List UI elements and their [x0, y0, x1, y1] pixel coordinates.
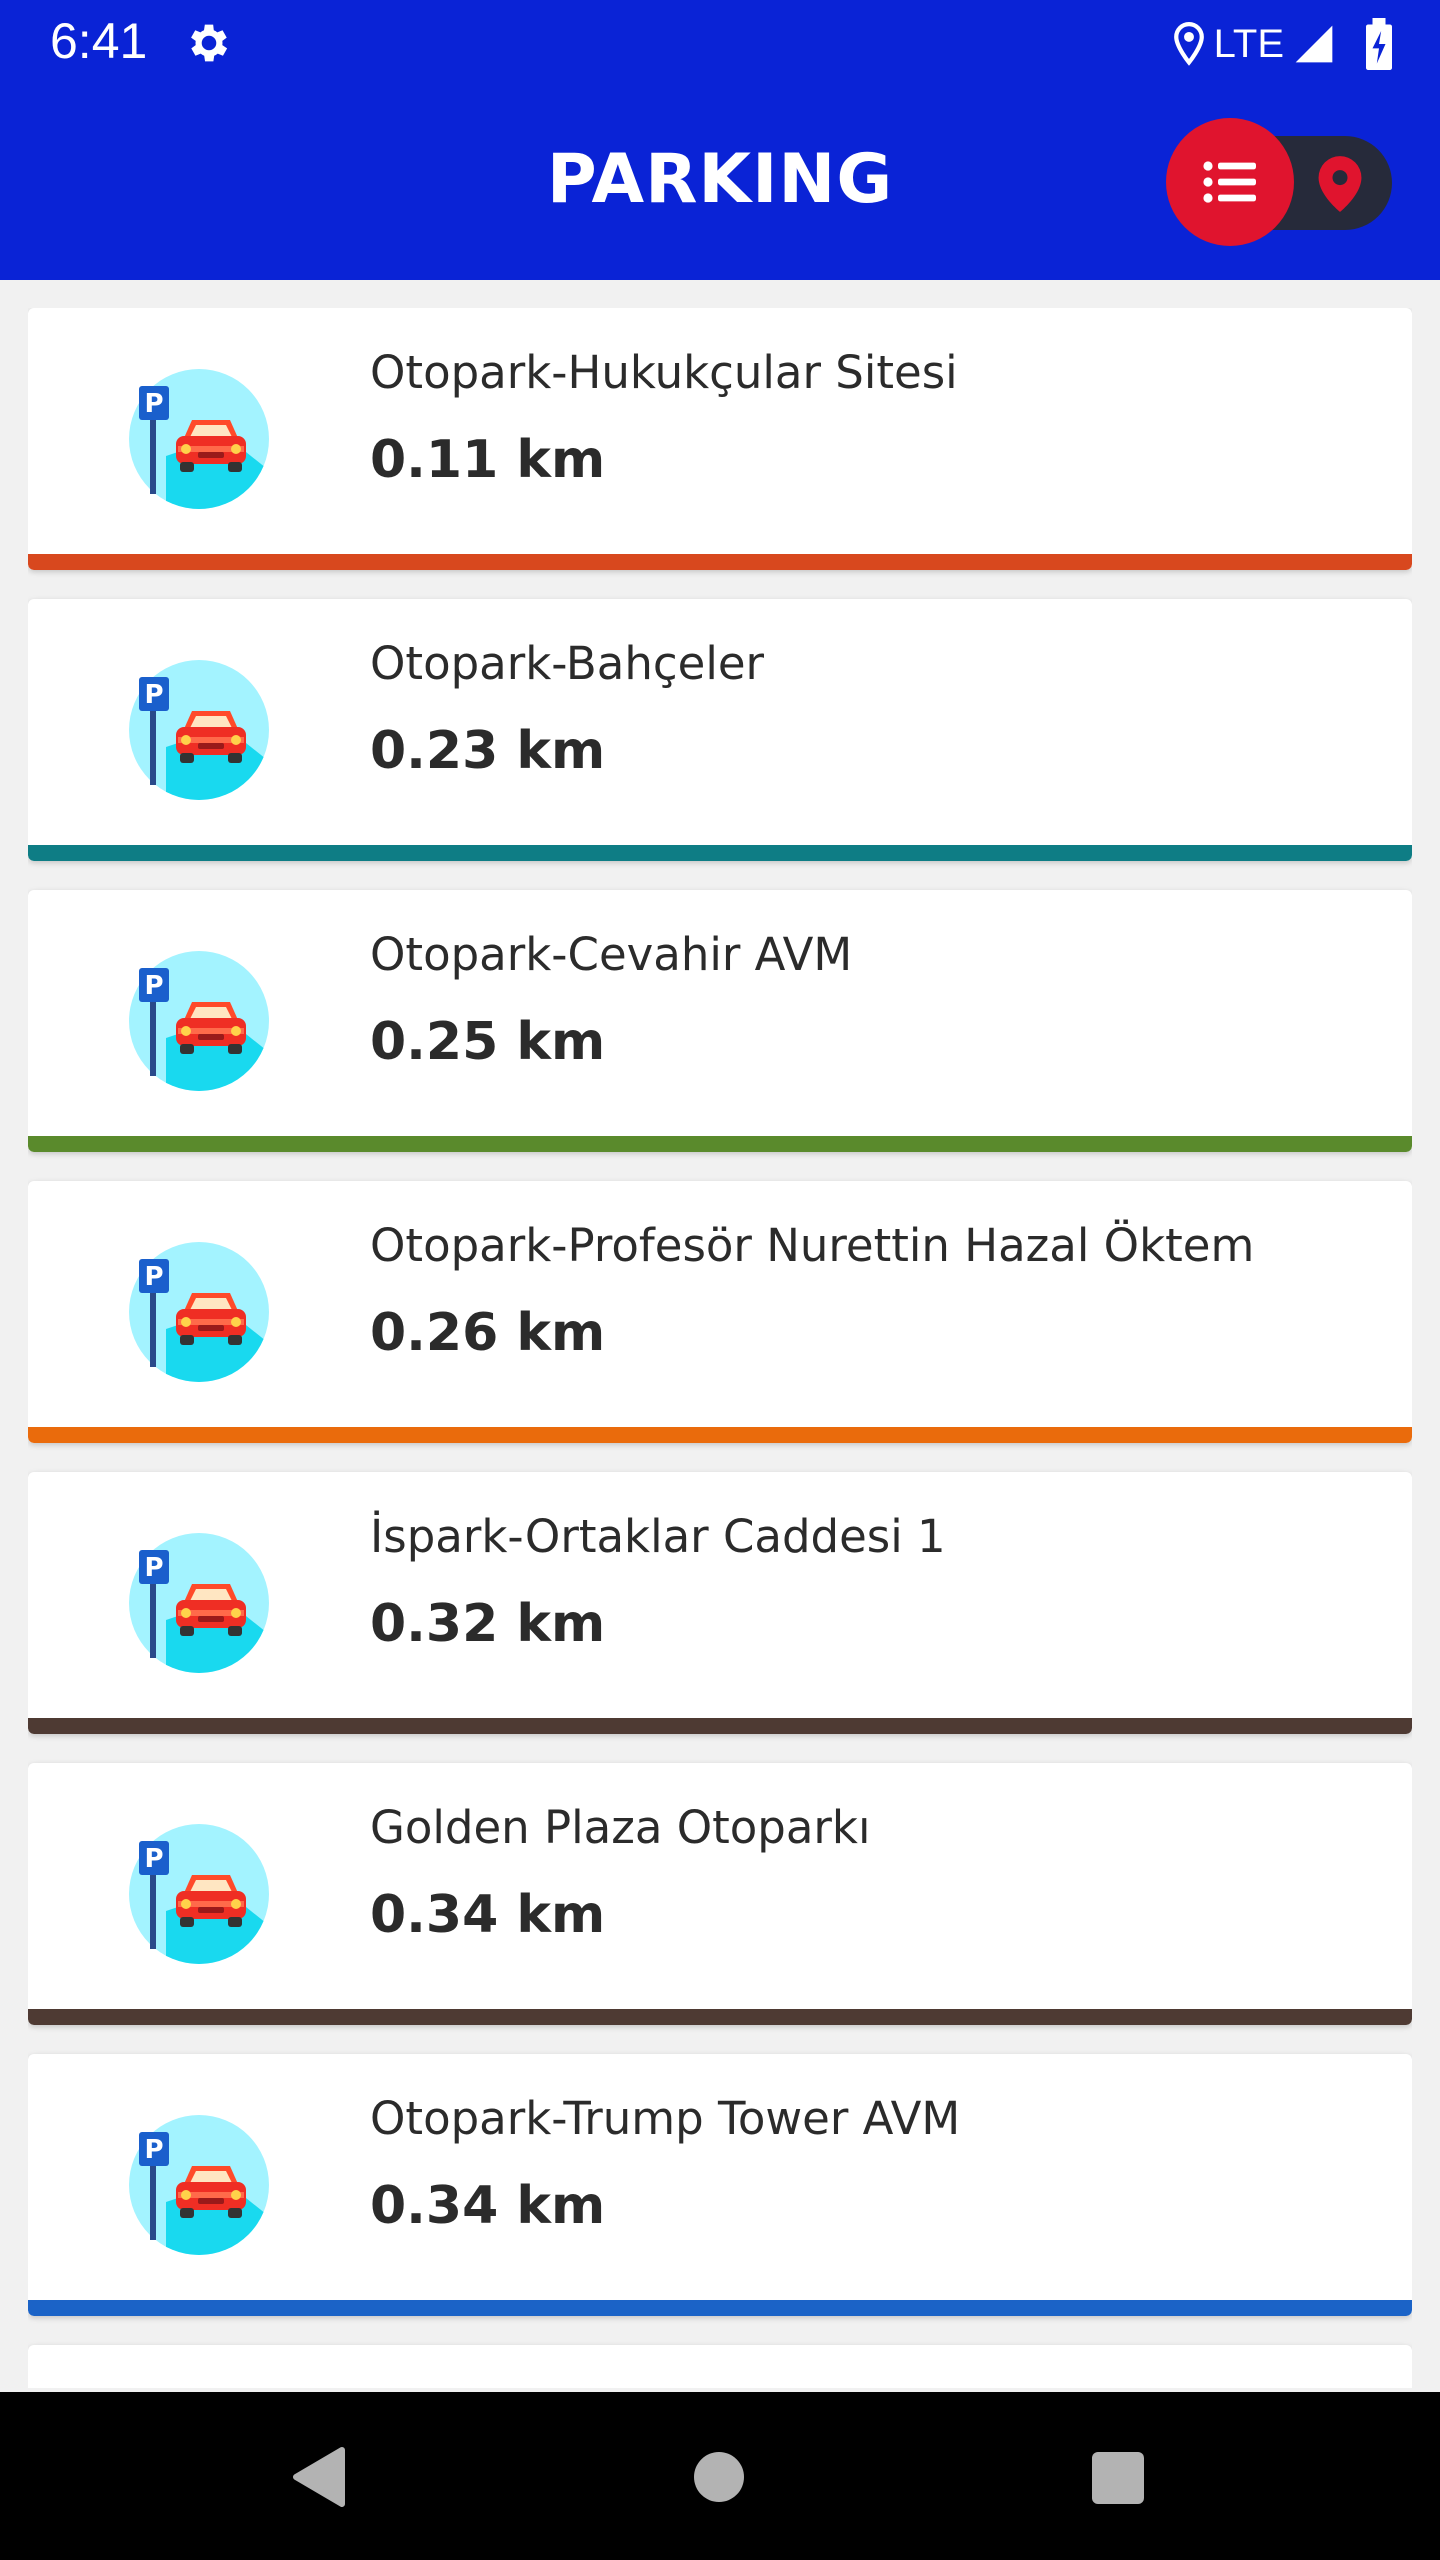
- parking-car-icon: P: [129, 2115, 269, 2255]
- parking-color-bar: [28, 845, 1412, 861]
- parking-name: Otopark-Cevahir AVM: [370, 928, 853, 981]
- svg-text:P: P: [144, 2135, 163, 2165]
- parking-card[interactable]: P Golden Plaza Otoparkı 0.34 km: [28, 1763, 1412, 2025]
- parking-name: Otopark-Bahçeler: [370, 637, 765, 690]
- parking-car-icon: P: [129, 1242, 269, 1382]
- svg-text:P: P: [144, 971, 163, 1001]
- parking-name: Otopark-Trump Tower AVM: [370, 2092, 961, 2145]
- parking-distance: 0.11 km: [370, 430, 606, 490]
- parking-card[interactable]: P Otopark-Profesör Nurettin Hazal Öktem 0…: [28, 1181, 1412, 1443]
- list-view-button[interactable]: [1166, 118, 1294, 246]
- parking-distance: 0.23 km: [370, 721, 606, 781]
- list-icon: [1203, 161, 1256, 203]
- parking-distance: 0.26 km: [370, 1303, 606, 1363]
- svg-text:P: P: [144, 1262, 163, 1292]
- parking-name: Golden Plaza Otoparkı: [370, 1801, 871, 1854]
- parking-card[interactable]: [28, 2345, 1412, 2388]
- parking-color-bar: [28, 2009, 1412, 2025]
- parking-distance: 0.34 km: [370, 2176, 606, 2236]
- view-toggle[interactable]: [1166, 118, 1392, 246]
- svg-text:P: P: [144, 680, 163, 710]
- back-icon[interactable]: [290, 2446, 346, 2508]
- parking-car-icon: P: [129, 951, 269, 1091]
- recent-apps-icon[interactable]: [1092, 2452, 1144, 2504]
- svg-text:P: P: [144, 1553, 163, 1583]
- status-icons: LTE: [1172, 14, 1396, 74]
- parking-car-icon: P: [129, 1533, 269, 1673]
- location-pin-icon: [1173, 22, 1204, 66]
- parking-list[interactable]: P Otopark-Hukukçular Sitesi 0.11 km P Ot…: [28, 308, 1412, 2388]
- parking-card[interactable]: P İspark-Ortaklar Caddesi 1 0.32 km: [28, 1472, 1412, 1734]
- parking-color-bar: [28, 554, 1412, 570]
- system-navigation-bar: [0, 2392, 1440, 2560]
- parking-distance: 0.32 km: [370, 1594, 606, 1654]
- parking-name: İspark-Ortaklar Caddesi 1: [370, 1510, 946, 1563]
- svg-text:P: P: [144, 1844, 163, 1874]
- parking-car-icon: P: [129, 369, 269, 509]
- map-pin-icon[interactable]: [1314, 154, 1366, 214]
- signal-icon: [1295, 25, 1333, 63]
- parking-car-icon: P: [129, 660, 269, 800]
- parking-distance: 0.25 km: [370, 1012, 606, 1072]
- svg-text:P: P: [144, 389, 163, 419]
- parking-name: Otopark-Hukukçular Sitesi: [370, 346, 958, 399]
- parking-color-bar: [28, 1427, 1412, 1443]
- parking-card[interactable]: P Otopark-Bahçeler 0.23 km: [28, 599, 1412, 861]
- parking-card[interactable]: P Otopark-Cevahir AVM 0.25 km: [28, 890, 1412, 1152]
- home-icon[interactable]: [694, 2452, 744, 2502]
- app-header: 6:41 LTE PARKING: [0, 0, 1440, 280]
- network-type: LTE: [1213, 21, 1284, 66]
- status-bar: 6:41 LTE: [0, 0, 1440, 84]
- battery-charging-icon: [1366, 18, 1392, 70]
- parking-car-icon: P: [129, 1824, 269, 1964]
- settings-gear-icon: [191, 24, 228, 62]
- parking-name: Otopark-Profesör Nurettin Hazal Öktem: [370, 1219, 1255, 1272]
- parking-card[interactable]: P Otopark-Hukukçular Sitesi 0.11 km: [28, 308, 1412, 570]
- status-time: 6:41: [50, 13, 148, 69]
- parking-distance: 0.34 km: [370, 1885, 606, 1945]
- parking-card[interactable]: P Otopark-Trump Tower AVM 0.34 km: [28, 2054, 1412, 2316]
- parking-color-bar: [28, 1718, 1412, 1734]
- parking-color-bar: [28, 2300, 1412, 2316]
- parking-color-bar: [28, 1136, 1412, 1152]
